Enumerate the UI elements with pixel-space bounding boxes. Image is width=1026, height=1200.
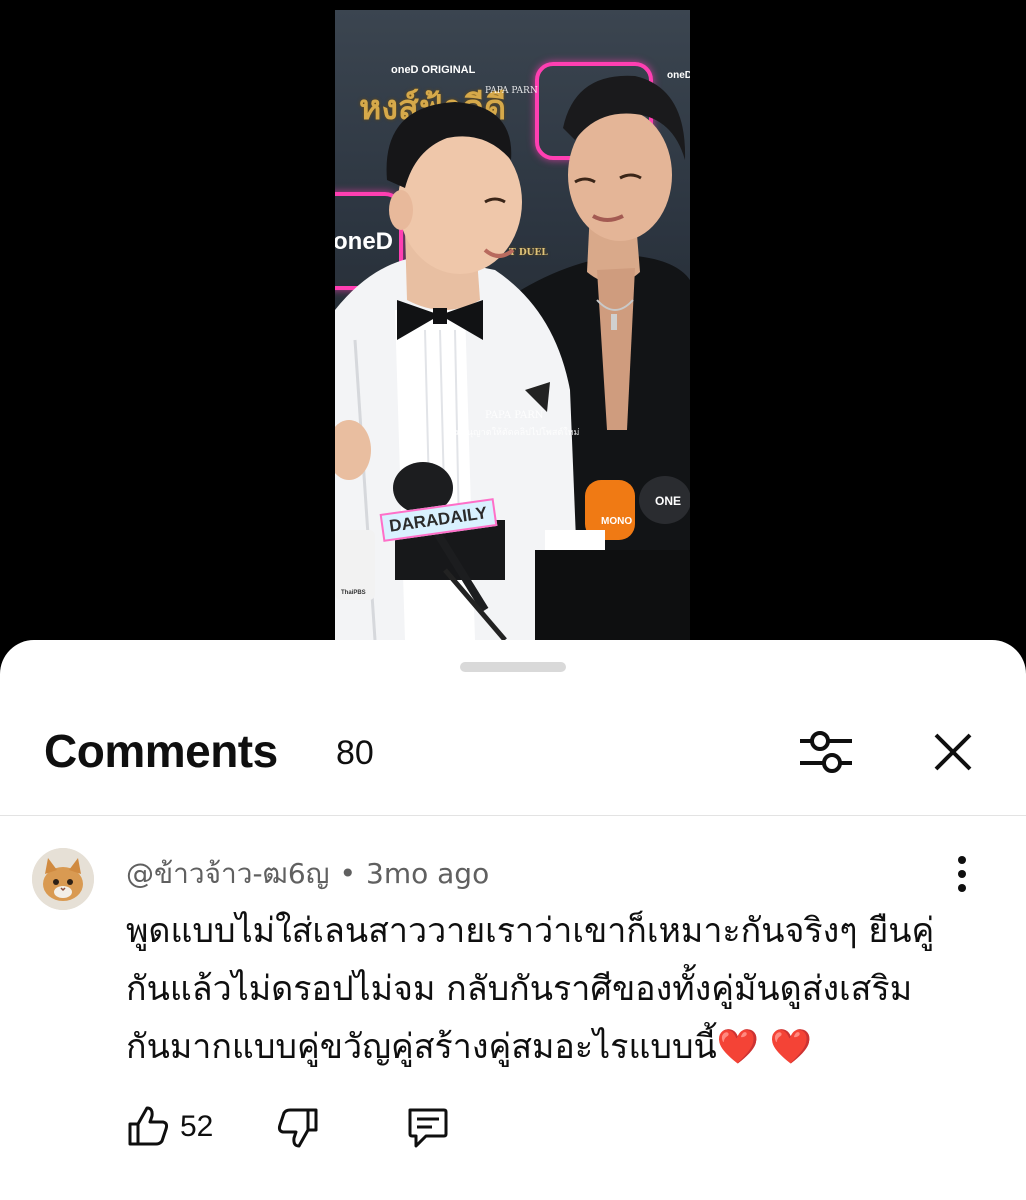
reply-icon[interactable]	[404, 1104, 450, 1150]
thumbs-up-icon[interactable]	[126, 1104, 170, 1148]
heart-emoji: ❤️ ❤️	[716, 1027, 813, 1067]
close-icon[interactable]	[933, 732, 973, 772]
like-count: 52	[180, 1110, 214, 1143]
comment-text: พูดแบบไม่ใส่เลนสาววายเราว่าเขาก็เหมาะกัน…	[126, 902, 946, 1076]
comments-count: 80	[336, 734, 374, 772]
microphones	[335, 462, 690, 640]
drag-handle[interactable]	[460, 662, 566, 672]
comments-sheet: Comments 80 @ข้าวจ้าว-ฒ6ญ • 3mo ago พูดแ…	[0, 640, 1026, 1200]
more-vertical-icon[interactable]	[954, 854, 970, 894]
meta-separator: •	[339, 857, 357, 890]
comments-header: Comments 80	[0, 710, 1026, 816]
sliders-icon[interactable]	[798, 728, 854, 776]
comment-time: 3mo ago	[366, 857, 490, 890]
avatar[interactable]	[32, 848, 94, 910]
mic-label-mono: MONO	[601, 516, 633, 527]
mic-label-thaipbs: ThaiPBS	[341, 590, 366, 596]
video-player[interactable]: oneD ORIGINAL oneD หงส์ฟ้าดีดี PAPA PARN…	[335, 10, 690, 640]
screen: oneD ORIGINAL oneD หงส์ฟ้าดีดี PAPA PARN…	[0, 0, 1026, 1200]
comment-meta: @ข้าวจ้าว-ฒ6ญ • 3mo ago	[126, 852, 489, 896]
comment-item: @ข้าวจ้าว-ฒ6ญ • 3mo ago พูดแบบไม่ใส่เลนสาว…	[0, 830, 1026, 1190]
comments-title: Comments	[44, 725, 278, 777]
comment-author[interactable]: @ข้าวจ้าว-ฒ6ญ	[126, 857, 330, 890]
cat-avatar-icon	[32, 848, 94, 910]
mic-label-one: ONE	[655, 494, 682, 508]
thumbs-down-icon[interactable]	[276, 1106, 320, 1150]
comment-body: พูดแบบไม่ใส่เลนสาววายเราว่าเขาก็เหมาะกัน…	[126, 911, 935, 1067]
